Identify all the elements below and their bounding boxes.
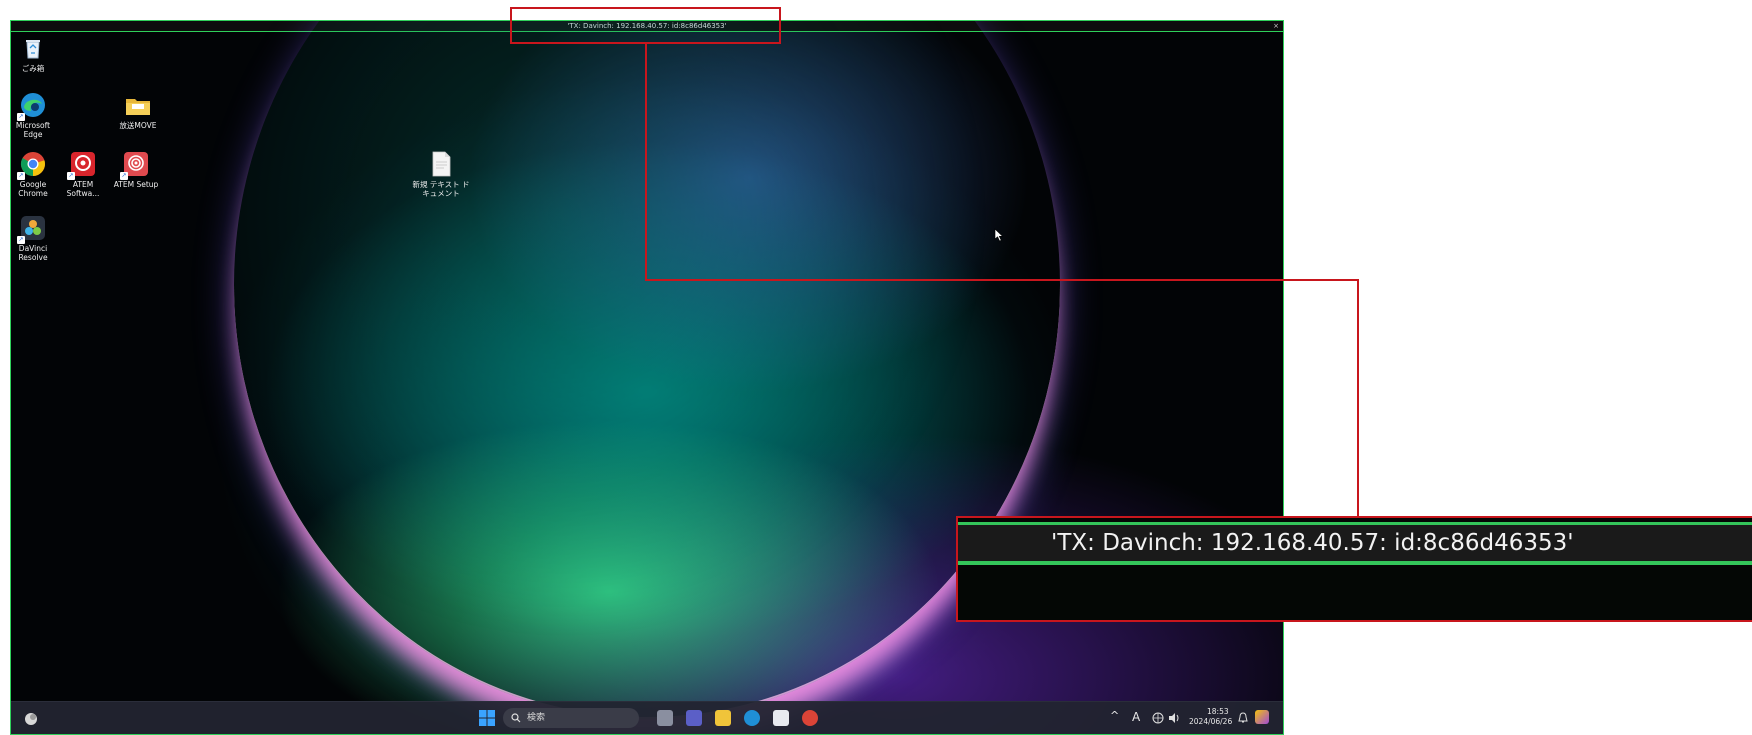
search-icon	[511, 713, 521, 723]
edge-icon: ↗	[17, 91, 47, 121]
folder-icon	[124, 91, 152, 119]
desktop-icon-label: ごみ箱	[21, 64, 45, 73]
desktop-icon-atem-software[interactable]: ↗ ATEM Softwa...	[58, 150, 108, 198]
clock-date[interactable]: 2024/06/26	[1189, 717, 1232, 726]
search-label: 検索	[527, 713, 546, 723]
callout-connector	[1357, 279, 1359, 518]
taskbar-search-box[interactable]: 検索	[503, 708, 639, 728]
remote-desktop-window: 'TX: Davinch: 192.168.40.57: id:8c86d463…	[10, 20, 1284, 735]
zoomed-title-text: 'TX: Davinch: 192.168.40.57: id:8c86d463…	[1051, 530, 1574, 556]
atem-setup-icon: ↗	[120, 150, 150, 180]
text-document-icon	[427, 150, 455, 178]
desktop-icon-label: 新規 テキスト ドキュメント	[412, 180, 470, 198]
close-icon[interactable]: ×	[1273, 21, 1279, 31]
shortcut-arrow-icon: ↗	[17, 236, 25, 244]
chevron-up-icon[interactable]: ^	[1110, 709, 1119, 722]
atem-software-icon: ↗	[67, 150, 97, 180]
desktop-icon-atem-setup[interactable]: ↗ ATEM Setup	[108, 150, 164, 189]
desktop-icon-label: ATEM Softwa...	[66, 180, 100, 198]
desktop-icon-label: Microsoft Edge	[15, 121, 51, 139]
shortcut-arrow-icon: ↗	[67, 172, 75, 180]
taskbar: 検索 ^ A 18:53 2024/06/26	[11, 701, 1283, 734]
zoomed-title-bar: 'TX: Davinch: 192.168.40.57: id:8c86d463…	[958, 522, 1752, 565]
title-highlight-box	[510, 7, 781, 44]
copilot-icon[interactable]	[1255, 710, 1269, 724]
teams-icon[interactable]	[686, 710, 702, 726]
clock-time[interactable]: 18:53	[1207, 707, 1229, 716]
desktop-icon-edge[interactable]: ↗ Microsoft Edge	[11, 91, 58, 139]
file-explorer-icon[interactable]	[715, 710, 731, 726]
ime-indicator[interactable]: A	[1132, 710, 1140, 724]
callout-connector	[645, 279, 1359, 281]
desktop-icon-chrome[interactable]: ↗ Google Chrome	[11, 150, 58, 198]
network-icon[interactable]	[1152, 712, 1164, 724]
desktop-icon-folder[interactable]: 放送MOVE	[108, 91, 168, 130]
shortcut-arrow-icon: ↗	[17, 113, 25, 121]
desktop-icon-label: 放送MOVE	[119, 121, 157, 130]
wallpaper-bloom	[234, 21, 1060, 719]
zoomed-title-callout: 'TX: Davinch: 192.168.40.57: id:8c86d463…	[956, 516, 1752, 622]
desktop-icon-label: ATEM Setup	[113, 180, 159, 189]
edge-icon[interactable]	[744, 710, 760, 726]
volume-icon[interactable]	[1168, 712, 1180, 724]
mouse-cursor-icon	[994, 228, 1004, 242]
chrome-icon[interactable]	[802, 710, 818, 726]
chrome-icon: ↗	[17, 150, 47, 180]
desktop-icon-text-document[interactable]: 新規 テキスト ドキュメント	[411, 150, 471, 198]
weather-icon[interactable]	[23, 711, 39, 727]
desktop-icon-label: Google Chrome	[18, 180, 48, 198]
shortcut-arrow-icon: ↗	[17, 172, 25, 180]
task-view-icon[interactable]	[657, 710, 673, 726]
desktop-icon-davinci-resolve[interactable]: ↗ DaVinci Resolve	[11, 214, 58, 262]
shortcut-arrow-icon: ↗	[120, 172, 128, 180]
notification-bell-icon[interactable]	[1237, 712, 1249, 724]
davinci-resolve-icon: ↗	[17, 214, 47, 244]
start-button-icon[interactable]	[479, 710, 495, 726]
callout-connector	[645, 44, 647, 280]
recycle-bin-icon	[19, 34, 47, 62]
desktop-icon-label: DaVinci Resolve	[18, 244, 48, 262]
store-icon[interactable]	[773, 710, 789, 726]
desktop-icon-recycle-bin[interactable]: ごみ箱	[11, 34, 58, 73]
